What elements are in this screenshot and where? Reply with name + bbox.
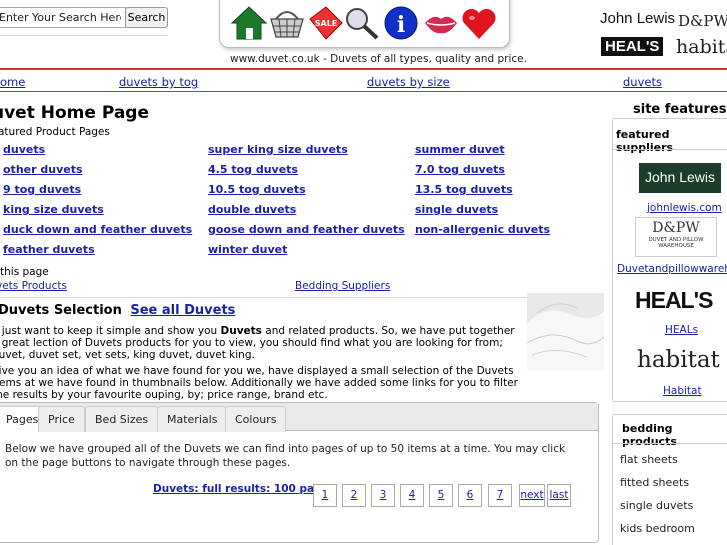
brand-logos: John Lewis D&PW HEAL'S habitat (598, 8, 727, 66)
featured-link[interactable]: 9 tog duvets (3, 183, 81, 196)
full-results-link[interactable]: Duvets: full results: 100 pages (153, 483, 335, 495)
featured-link[interactable]: 13.5 tog duvets (415, 183, 513, 196)
basket-icon[interactable] (268, 5, 306, 41)
search-button[interactable]: Search (125, 7, 168, 28)
page-button[interactable]: last (547, 484, 571, 507)
supplier-link-habitat[interactable]: Habitat (663, 385, 702, 397)
magnifier-icon[interactable] (342, 5, 380, 41)
bedding-item[interactable]: fitted sheets (620, 476, 689, 489)
tab-bed-sizes[interactable]: Bed Sizes (85, 406, 159, 432)
bedding-title: bedding products (622, 422, 677, 448)
duvet-image (527, 293, 604, 371)
featured-suppliers-box: featured suppliers John Lewis johnlewis.… (612, 118, 727, 402)
habitat-logo: habitat (676, 36, 727, 58)
intro-text-a: e just want to keep it simple and show y… (0, 325, 221, 337)
on-this-page-label: this page (0, 266, 49, 278)
page-button[interactable]: 1 (313, 484, 337, 507)
bedding-products-box: bedding products flat sheets fitted sheet… (612, 414, 727, 545)
filter-tabs: Pages Price Bed Sizes Materials Colours Belo… (0, 402, 599, 543)
nav-duvets-by-tog[interactable]: duvets by tog (119, 75, 198, 89)
selection-heading: Duvets Selection See all Duvets (0, 303, 235, 318)
supplier-link-heals[interactable]: HEALs (665, 324, 698, 336)
heart-icon[interactable] (460, 5, 498, 41)
johnlewis-logo: John Lewis (600, 10, 676, 27)
featured-label: atured Product Pages (0, 126, 110, 138)
habitat-logo[interactable]: habitat (637, 347, 720, 373)
icon-toolbar: SALE i (219, 0, 510, 48)
lips-icon[interactable] (422, 5, 460, 41)
featured-link[interactable]: feather duvets (3, 243, 95, 256)
featured-link[interactable]: 7.0 tog duvets (415, 163, 505, 176)
featured-link[interactable]: 10.5 tog duvets (208, 183, 306, 196)
featured-link[interactable]: summer duvet (415, 143, 505, 156)
info-icon[interactable]: i (382, 5, 420, 41)
dpw-logo[interactable]: D&PW DUVET AND PILLOW WAREHOUSE (635, 217, 717, 257)
divider (0, 35, 168, 36)
featured-link[interactable]: double duvets (208, 203, 296, 216)
supplier-link-johnlewis[interactable]: johnlewis.com (647, 202, 722, 214)
bedding-item[interactable]: flat sheets (620, 453, 678, 466)
featured-link[interactable]: other duvets (3, 163, 83, 176)
johnlewis-logo[interactable]: John Lewis (639, 163, 721, 193)
selection-title: Duvets Selection (0, 303, 122, 318)
main-nav: ome duvets by tog duvets by size duvets (0, 70, 727, 92)
tab-price[interactable]: Price (38, 406, 85, 432)
page-title: uvet Home Page (0, 103, 150, 123)
heals-logo[interactable]: HEAL'S (635, 287, 713, 314)
featured-link[interactable]: duvets (3, 143, 45, 156)
see-all-duvets-link[interactable]: See all Duvets (130, 303, 235, 318)
page-button[interactable]: 7 (488, 484, 512, 507)
tab-colours[interactable]: Colours (225, 406, 287, 432)
featured-link[interactable]: non-allergenic duvets (415, 223, 550, 236)
page-button[interactable]: 5 (429, 484, 453, 507)
page-button[interactable]: 6 (458, 484, 482, 507)
svg-text:i: i (397, 12, 405, 38)
page-button[interactable]: 3 (371, 484, 395, 507)
divider (0, 297, 604, 298)
svg-text:SALE: SALE (315, 19, 338, 28)
featured-link[interactable]: super king size duvets (208, 143, 348, 156)
search-input[interactable] (0, 7, 126, 28)
dpw-logo-mark: D&PW (652, 220, 700, 236)
featured-link[interactable]: goose down and feather duvets (208, 223, 405, 236)
featured-link[interactable]: king size duvets (3, 203, 104, 216)
page-button[interactable]: next (519, 484, 545, 507)
featured-link[interactable]: single duvets (415, 203, 498, 216)
bedding-item[interactable]: single duvets (620, 499, 693, 512)
featured-link[interactable]: winter duvet (208, 243, 287, 256)
intro-paragraph: e just want to keep it simple and show y… (0, 325, 524, 362)
nav-home[interactable]: ome (0, 75, 25, 89)
tab-description: Below we have grouped all of the Duvets … (5, 443, 566, 469)
dpw-logo: D&PW (678, 12, 727, 30)
duvets-products-link[interactable]: vets Products (0, 280, 67, 292)
intro-text-bold: Duvets (220, 325, 262, 337)
page-button[interactable]: 4 (400, 484, 424, 507)
divider (613, 443, 727, 444)
nav-duvets[interactable]: duvets (623, 75, 662, 89)
bedding-item[interactable]: kids bedroom (620, 522, 695, 535)
tagline: www.duvet.co.uk - Duvets of all types, q… (230, 53, 527, 65)
dpw-logo-sub: DUVET AND PILLOW WAREHOUSE (648, 237, 704, 249)
heals-logo: HEAL'S (601, 37, 664, 56)
supplier-link-dpw[interactable]: Duvetandpillowwarehouse (617, 263, 727, 275)
featured-link[interactable]: duck down and feather duvets (3, 223, 192, 236)
nav-duvets-by-size[interactable]: duvets by size (367, 75, 450, 89)
sidebar-title: site features (633, 102, 727, 117)
suppliers-title: featured suppliers (616, 128, 674, 154)
featured-link[interactable]: 4.5 tog duvets (208, 163, 298, 176)
thumbnails-paragraph: give you an idea of what we have found f… (0, 365, 518, 402)
header: Search SALE i (0, 0, 727, 68)
divider (613, 149, 727, 150)
tab-materials[interactable]: Materials (157, 406, 228, 432)
tab-bar: Pages Price Bed Sizes Materials Colours (0, 403, 598, 432)
bedding-suppliers-link[interactable]: Bedding Suppliers (295, 280, 390, 292)
home-icon[interactable] (230, 5, 268, 41)
sale-icon[interactable]: SALE (306, 5, 344, 41)
page-button[interactable]: 2 (342, 484, 366, 507)
